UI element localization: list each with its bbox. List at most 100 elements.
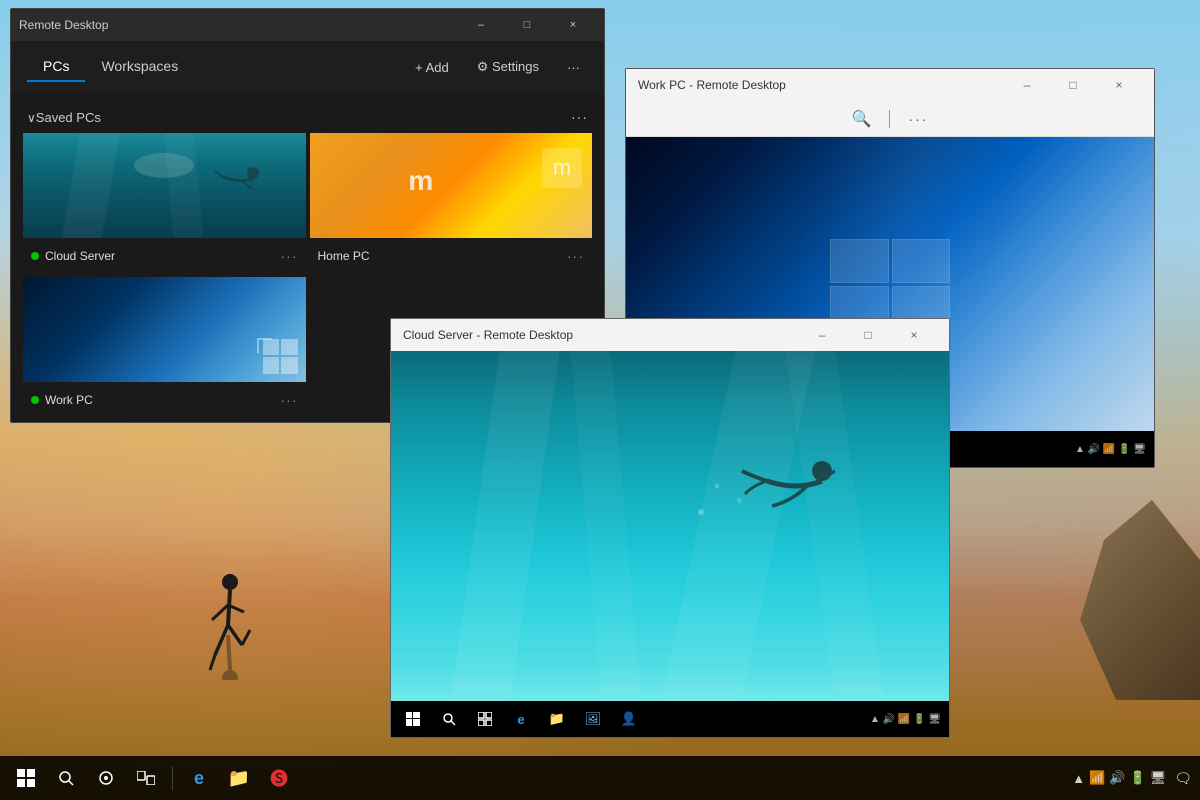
- cloud-server-close-button[interactable]: ×: [891, 319, 937, 351]
- system-taskbar: e 📁 🅢 ▲ 📶 🔊 🔋 🖥 🗨: [0, 756, 1200, 800]
- work-pc-close-button[interactable]: ×: [1096, 69, 1142, 101]
- system-tray: ▲ 📶 🔊 🔋 🖥: [1072, 770, 1166, 786]
- tray-monitor-icon[interactable]: 🖥: [1150, 770, 1167, 786]
- taskbar-notification-icon[interactable]: 🗨: [1174, 770, 1192, 787]
- tray-network-icon[interactable]: 📶: [1089, 770, 1105, 786]
- work-pc-thumb-bg: [23, 277, 306, 382]
- work-pc-tray: ▲ 🔊 📶 🔋 🖥: [1075, 444, 1146, 455]
- work-pc-win-logo-small: [263, 339, 298, 374]
- work-pc-window-controls: – □ ×: [1004, 69, 1142, 101]
- edge-letter: e: [194, 768, 204, 789]
- home-pc-label-bar: Home PC: [310, 238, 593, 273]
- taskbar-appstore-icon[interactable]: 🅢: [261, 760, 297, 796]
- work-pc-window-title: Work PC - Remote Desktop: [638, 78, 1004, 92]
- rd-maximize-button[interactable]: □: [504, 9, 550, 41]
- cloud-server-more-icon[interactable]: [281, 248, 298, 264]
- work-pc-titlebar: Work PC - Remote Desktop – □ ×: [626, 69, 1154, 101]
- swimmer-small: [213, 165, 263, 190]
- cloud-server-screen: [391, 351, 949, 701]
- home-pc-app-icon: m: [542, 148, 582, 188]
- cloud-user-taskbar[interactable]: 👤: [615, 705, 643, 733]
- taskbar-cortana-button[interactable]: [88, 760, 124, 796]
- work-pc-name: Work PC: [45, 393, 93, 407]
- chevron-down-icon: [27, 110, 36, 125]
- work-pc-maximize-button[interactable]: □: [1050, 69, 1096, 101]
- folder-symbol: 📁: [228, 768, 250, 789]
- taskbar-left: e 📁 🅢: [8, 760, 297, 796]
- cloud-tray-icons: ▲ 🔊 📶 🔋 🖥: [870, 714, 941, 725]
- pc-card-home-pc[interactable]: m Home PC: [310, 133, 593, 273]
- cloud-folder-taskbar[interactable]: 📁: [543, 705, 571, 733]
- cloud-light-ray-4: [785, 351, 884, 701]
- saved-pcs-header: Saved PCs: [19, 101, 596, 133]
- rd-titlebar: Remote Desktop – □ ×: [11, 9, 604, 41]
- light-ray-2: [164, 133, 203, 238]
- home-pc-more-icon[interactable]: [567, 248, 584, 264]
- cloud-photos-taskbar[interactable]: 🖼: [579, 705, 607, 733]
- work-pc-more-button[interactable]: ···: [900, 107, 936, 131]
- work-pc-thumbnail: [23, 277, 306, 382]
- cloud-light-ray-2: [571, 351, 642, 701]
- home-pc-thumbnail: m: [310, 133, 593, 238]
- work-pc-status-dot: [31, 396, 39, 404]
- toolbar-divider: [889, 110, 890, 128]
- runner-silhouette: [200, 570, 260, 680]
- work-pc-zoom-button[interactable]: 🔍: [844, 105, 880, 133]
- notification-area: 🗨: [1174, 770, 1192, 787]
- taskbar-taskview-button[interactable]: [128, 760, 164, 796]
- settings-button[interactable]: ⚙ Settings: [469, 55, 547, 79]
- pc-card-cloud-server[interactable]: Cloud Server: [23, 133, 306, 273]
- tray-volume-icon[interactable]: 🔊: [1109, 770, 1125, 786]
- taskbar-search-button[interactable]: [48, 760, 84, 796]
- cloud-grid-taskbar[interactable]: [471, 705, 499, 733]
- cloud-server-name: Cloud Server: [45, 249, 115, 263]
- bubble-1: [698, 509, 704, 515]
- saved-pcs-label: Saved PCs: [36, 110, 101, 125]
- windows-start-button[interactable]: [8, 760, 44, 796]
- cloud-edge-taskbar[interactable]: e: [507, 705, 535, 733]
- tab-workspaces[interactable]: Workspaces: [85, 52, 194, 82]
- rd-minimize-button[interactable]: –: [458, 9, 504, 41]
- add-button[interactable]: + Add: [407, 56, 457, 79]
- tab-pcs[interactable]: PCs: [27, 52, 85, 82]
- cloud-swimmer: [737, 456, 837, 511]
- cloud-server-minimize-button[interactable]: –: [799, 319, 845, 351]
- saved-pcs-more-icon[interactable]: [571, 109, 588, 125]
- pc-card-work-pc[interactable]: Work PC: [23, 277, 306, 417]
- rd-app-header: PCs Workspaces + Add ⚙ Settings ···: [11, 41, 604, 93]
- tray-battery-icon[interactable]: 🔋: [1130, 770, 1146, 786]
- zoom-icon: 🔍: [852, 109, 872, 129]
- cloud-server-window-controls: – □ ×: [799, 319, 937, 351]
- work-tray-icons: ▲ 🔊 📶 🔋 🖥: [1075, 444, 1146, 455]
- cloud-win-logo-taskbar[interactable]: [399, 705, 427, 733]
- work-pc-minimize-button[interactable]: –: [1004, 69, 1050, 101]
- more-button[interactable]: ···: [559, 56, 588, 79]
- appstore-symbol: 🅢: [270, 765, 288, 791]
- taskbar-edge-icon[interactable]: e: [181, 760, 217, 796]
- work-pc-label-bar: Work PC: [23, 382, 306, 417]
- cloud-server-thumb-bg: [23, 133, 306, 238]
- rd-toolbar: + Add ⚙ Settings ···: [407, 55, 588, 79]
- cloud-server-remote-window: Cloud Server - Remote Desktop – □ ×: [390, 318, 950, 738]
- rd-tabs: PCs Workspaces: [27, 52, 194, 82]
- cloud-server-maximize-button[interactable]: □: [845, 319, 891, 351]
- cloud-light-ray-1: [450, 351, 559, 701]
- work-pc-more-icon[interactable]: [281, 392, 298, 408]
- rd-window-title: Remote Desktop: [19, 18, 458, 32]
- rd-close-button[interactable]: ×: [550, 9, 596, 41]
- more-ellipsis-icon: ···: [908, 111, 928, 127]
- cloud-search-taskbar[interactable]: [435, 705, 463, 733]
- cloud-server-window-title: Cloud Server - Remote Desktop: [403, 328, 799, 342]
- bubble-3: [737, 498, 742, 503]
- cloud-server-label-bar: Cloud Server: [23, 238, 306, 273]
- tray-arrow-icon[interactable]: ▲: [1072, 771, 1085, 786]
- cloud-tray: ▲ 🔊 📶 🔋 🖥: [870, 714, 941, 725]
- taskbar-separator: [172, 766, 173, 790]
- cloud-server-status-dot: [31, 252, 39, 260]
- home-pc-thumb-bg: m: [310, 133, 593, 238]
- home-pc-name: Home PC: [318, 249, 370, 263]
- cloud-server-titlebar: Cloud Server - Remote Desktop – □ ×: [391, 319, 949, 351]
- taskbar-right: ▲ 📶 🔊 🔋 🖥 🗨: [1064, 770, 1192, 787]
- light-ray-1: [61, 133, 120, 238]
- taskbar-folder-icon[interactable]: 📁: [221, 760, 257, 796]
